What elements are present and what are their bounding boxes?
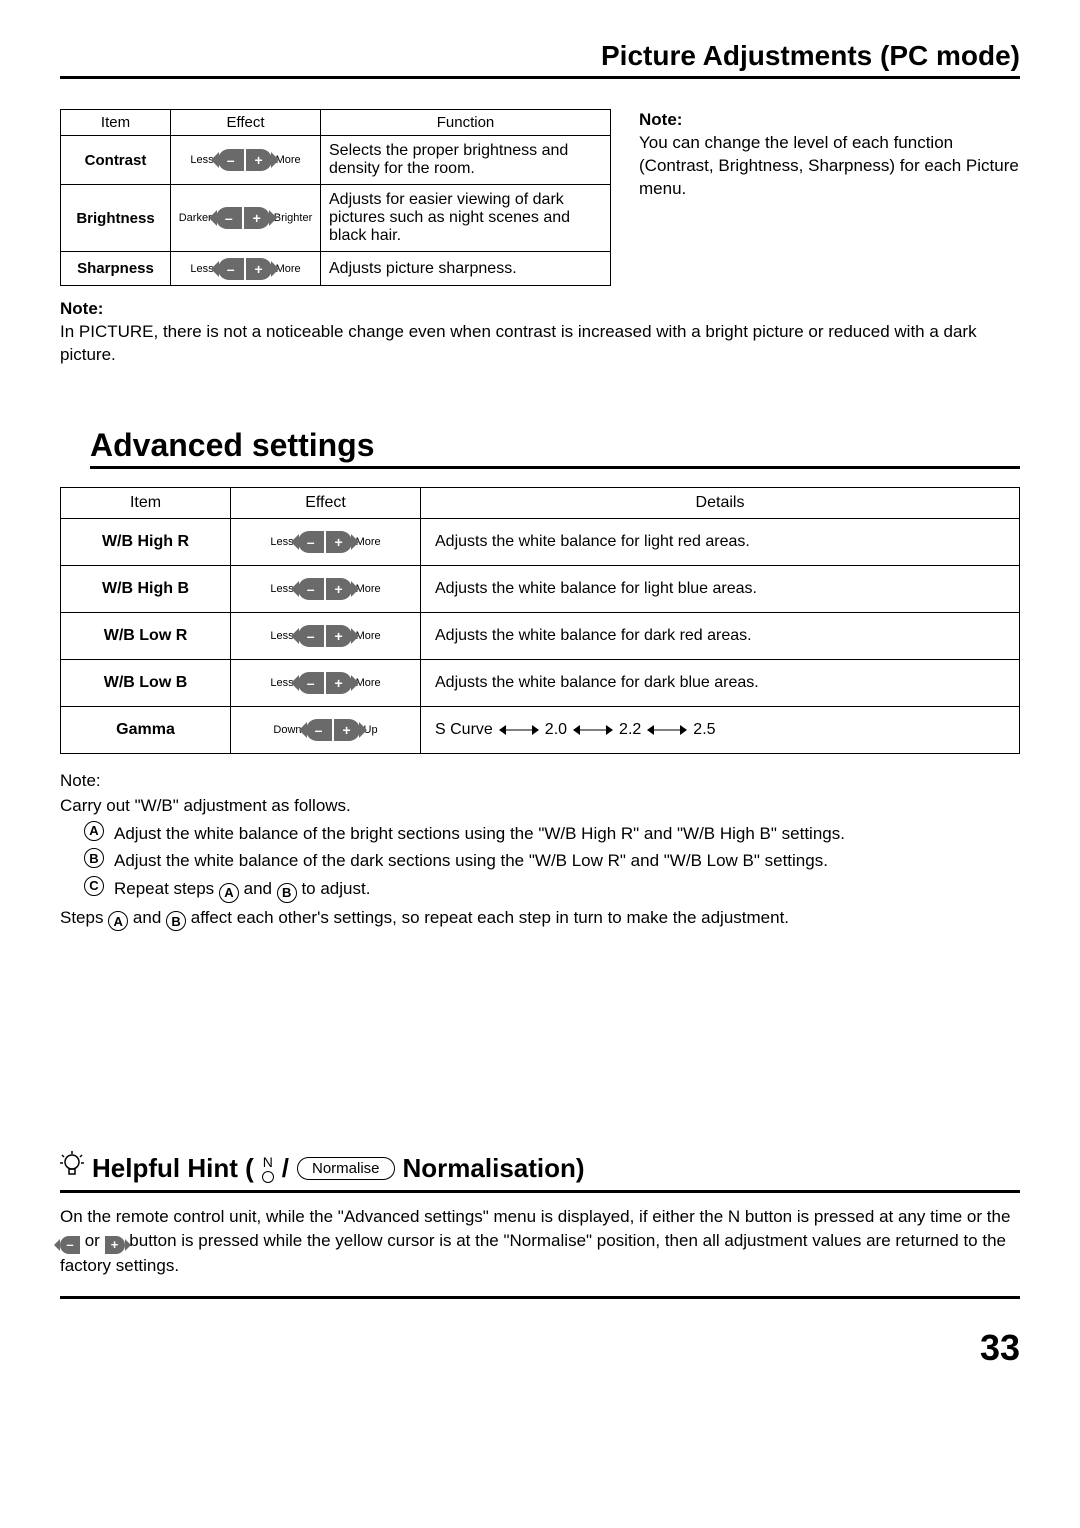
effect-right-label: More [356,677,381,689]
normalise-button-icon: Normalise [297,1157,395,1180]
t1-func: Adjusts for easier viewing of dark pictu… [321,185,611,252]
note2-intro: Carry out "W/B" adjustment as follows. [60,793,1020,819]
minus-button-icon: – [60,1236,80,1254]
t2-item: Gamma [61,706,231,753]
hint-slash: / [282,1153,289,1184]
page-title: Picture Adjustments (PC mode) [60,40,1020,79]
gamma-val: 2.2 [619,721,641,739]
note-text: You can change the level of each functio… [639,133,1019,198]
table-row: W/B High R Less –+ More Adjusts the whit… [61,518,1020,565]
table-row: Sharpness Less –+ More Adjusts picture s… [61,252,611,286]
t2-item: W/B Low R [61,612,231,659]
t1-item: Brightness [61,185,171,252]
t1-func: Adjusts picture sharpness. [321,252,611,286]
step-c-text: Repeat steps A and B to adjust. [114,876,370,903]
t2-h-details: Details [421,487,1020,518]
note-label: Note: [60,771,101,790]
effect-right-label: More [276,263,301,275]
t2-h-effect: Effect [231,487,421,518]
step-a-icon: A [84,821,104,841]
table-row: Brightness Darker –+ Brighter Adjusts fo… [61,185,611,252]
rocker-control-icon: –+ [298,625,352,647]
note-2: Note: Carry out "W/B" adjustment as foll… [60,768,1020,932]
page-number: 33 [60,1327,1020,1369]
step-a-ref-icon: A [108,911,128,931]
t2-effect: Less –+ More [231,659,421,706]
lightbulb-icon [60,1151,84,1186]
gamma-val: S Curve [435,721,493,739]
table-row: Contrast Less –+ More Selects the proper… [61,136,611,185]
t1-effect: Less –+ More [171,136,321,185]
rocker-control-icon: –+ [218,149,272,171]
note-label: Note: [60,299,103,318]
t1-func: Selects the proper brightness and densit… [321,136,611,185]
table-row: W/B Low R Less –+ More Adjusts the white… [61,612,1020,659]
note-1: Note: In PICTURE, there is not a noticea… [60,298,1020,367]
effect-left-label: Down [273,724,301,736]
plus-button-icon: + [105,1236,125,1254]
note2-outro: Steps A and B affect each other's settin… [60,905,1020,932]
step-b-ref-icon: B [166,911,186,931]
rocker-control-icon: –+ [298,672,352,694]
advanced-settings-heading: Advanced settings [90,427,1020,469]
t2-gamma-details: S Curve 2.0 2.2 2.5 [421,706,1020,753]
note-label: Note: [639,110,682,129]
effect-right-label: More [276,154,301,166]
effect-left-label: Darker [179,212,212,224]
helpful-hint-heading: Helpful Hint ( N / Normalise Normalisati… [60,1151,1020,1193]
t2-effect: Less –+ More [231,518,421,565]
t2-details: Adjusts the white balance for dark blue … [421,659,1020,706]
rocker-control-icon: –+ [298,578,352,600]
gamma-val: 2.0 [545,721,567,739]
t2-item: W/B High B [61,565,231,612]
rocker-control-icon: –+ [218,258,272,280]
step-a-ref-icon: A [219,883,239,903]
picture-adjust-table: Item Effect Function Contrast Less –+ Mo… [60,109,611,286]
table-row: Gamma Down –+ Up S Curve 2.0 2.2 2.5 [61,706,1020,753]
t1-h-function: Function [321,110,611,136]
top-section: Item Effect Function Contrast Less –+ Mo… [60,109,1020,286]
effect-right-label: Brighter [274,212,313,224]
table-row: W/B Low B Less –+ More Adjusts the white… [61,659,1020,706]
t1-effect: Less –+ More [171,252,321,286]
double-arrow-icon [573,725,613,735]
t2-effect: Down –+ Up [231,706,421,753]
t2-details: Adjusts the white balance for light blue… [421,565,1020,612]
double-arrow-icon [647,725,687,735]
t2-item: W/B High R [61,518,231,565]
t1-effect: Darker –+ Brighter [171,185,321,252]
rocker-control-icon: –+ [298,531,352,553]
helpful-hint-body: On the remote control unit, while the "A… [60,1205,1020,1299]
step-a-text: Adjust the white balance of the bright s… [114,821,845,847]
hint-suffix: Normalisation) [403,1153,585,1184]
t2-effect: Less –+ More [231,612,421,659]
note-text: In PICTURE, there is not a noticeable ch… [60,322,977,364]
step-b-text: Adjust the white balance of the dark sec… [114,848,828,874]
t2-details: Adjusts the white balance for dark red a… [421,612,1020,659]
t2-h-item: Item [61,487,231,518]
effect-right-label: More [356,583,381,595]
rocker-control-icon: –+ [306,719,360,741]
rocker-control-icon: –+ [216,207,270,229]
table-row: W/B High B Less –+ More Adjusts the whit… [61,565,1020,612]
gamma-val: 2.5 [693,721,715,739]
t2-details: Adjusts the white balance for light red … [421,518,1020,565]
t1-item: Sharpness [61,252,171,286]
step-c-icon: C [84,876,104,896]
double-arrow-icon [499,725,539,735]
hint-prefix: Helpful Hint ( [92,1153,254,1184]
effect-right-label: More [356,630,381,642]
n-button-icon: N [262,1155,274,1183]
t1-h-item: Item [61,110,171,136]
t1-item: Contrast [61,136,171,185]
advanced-settings-table: Item Effect Details W/B High R Less –+ M… [60,487,1020,754]
effect-right-label: More [356,536,381,548]
t1-h-effect: Effect [171,110,321,136]
step-b-ref-icon: B [277,883,297,903]
t2-effect: Less –+ More [231,565,421,612]
side-note: Note: You can change the level of each f… [639,109,1020,286]
t2-item: W/B Low B [61,659,231,706]
step-b-icon: B [84,848,104,868]
